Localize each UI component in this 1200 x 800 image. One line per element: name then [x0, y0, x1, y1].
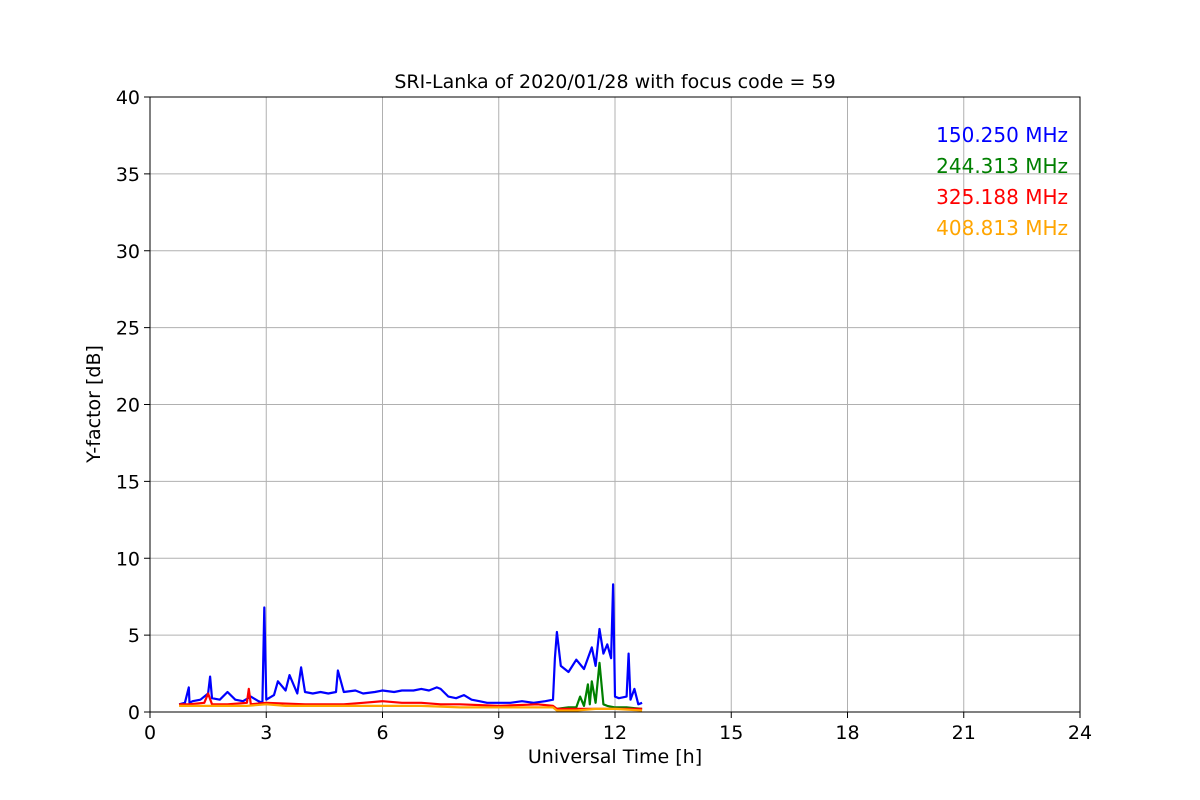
legend: 150.250 MHz 244.313 MHz 325.188 MHz 408.813…	[936, 123, 1068, 240]
x-tick-label: 24	[1068, 722, 1092, 744]
x-tick-label: 15	[719, 722, 743, 744]
y-tick-label: 15	[116, 471, 140, 493]
y-tick-label: 35	[116, 164, 140, 186]
y-tick-label: 10	[116, 548, 140, 570]
y-tick-label: 0	[128, 702, 140, 724]
x-tick-label: 18	[835, 722, 859, 744]
x-tick-label: 3	[260, 722, 272, 744]
y-axis-label: Y-factor [dB]	[83, 345, 105, 464]
series-line-0	[178, 583, 643, 706]
y-tick-label: 5	[128, 625, 140, 647]
chart: SRI-Lanka of 2020/01/28 with focus code …	[83, 71, 1092, 768]
x-axis-ticks: 0 3 6 9 12 15 18 21 24	[144, 712, 1092, 744]
plot-lines	[178, 583, 643, 712]
x-tick-label: 6	[376, 722, 388, 744]
x-tick-label: 21	[952, 722, 976, 744]
legend-entry: 325.188 MHz	[936, 185, 1068, 209]
x-tick-label: 9	[493, 722, 505, 744]
y-tick-label: 25	[116, 318, 140, 340]
chart-title: SRI-Lanka of 2020/01/28 with focus code …	[394, 71, 835, 93]
y-axis-ticks: 0 5 10 15 20 25 30 35 40	[116, 87, 150, 724]
legend-entry: 244.313 MHz	[936, 154, 1068, 178]
y-tick-label: 20	[116, 395, 140, 417]
legend-entry: 150.250 MHz	[936, 123, 1068, 147]
y-tick-label: 30	[116, 241, 140, 263]
x-axis-label: Universal Time [h]	[528, 746, 702, 768]
x-tick-label: 12	[603, 722, 627, 744]
legend-entry: 408.813 MHz	[936, 216, 1068, 240]
x-tick-label: 0	[144, 722, 156, 744]
y-tick-label: 40	[116, 87, 140, 109]
